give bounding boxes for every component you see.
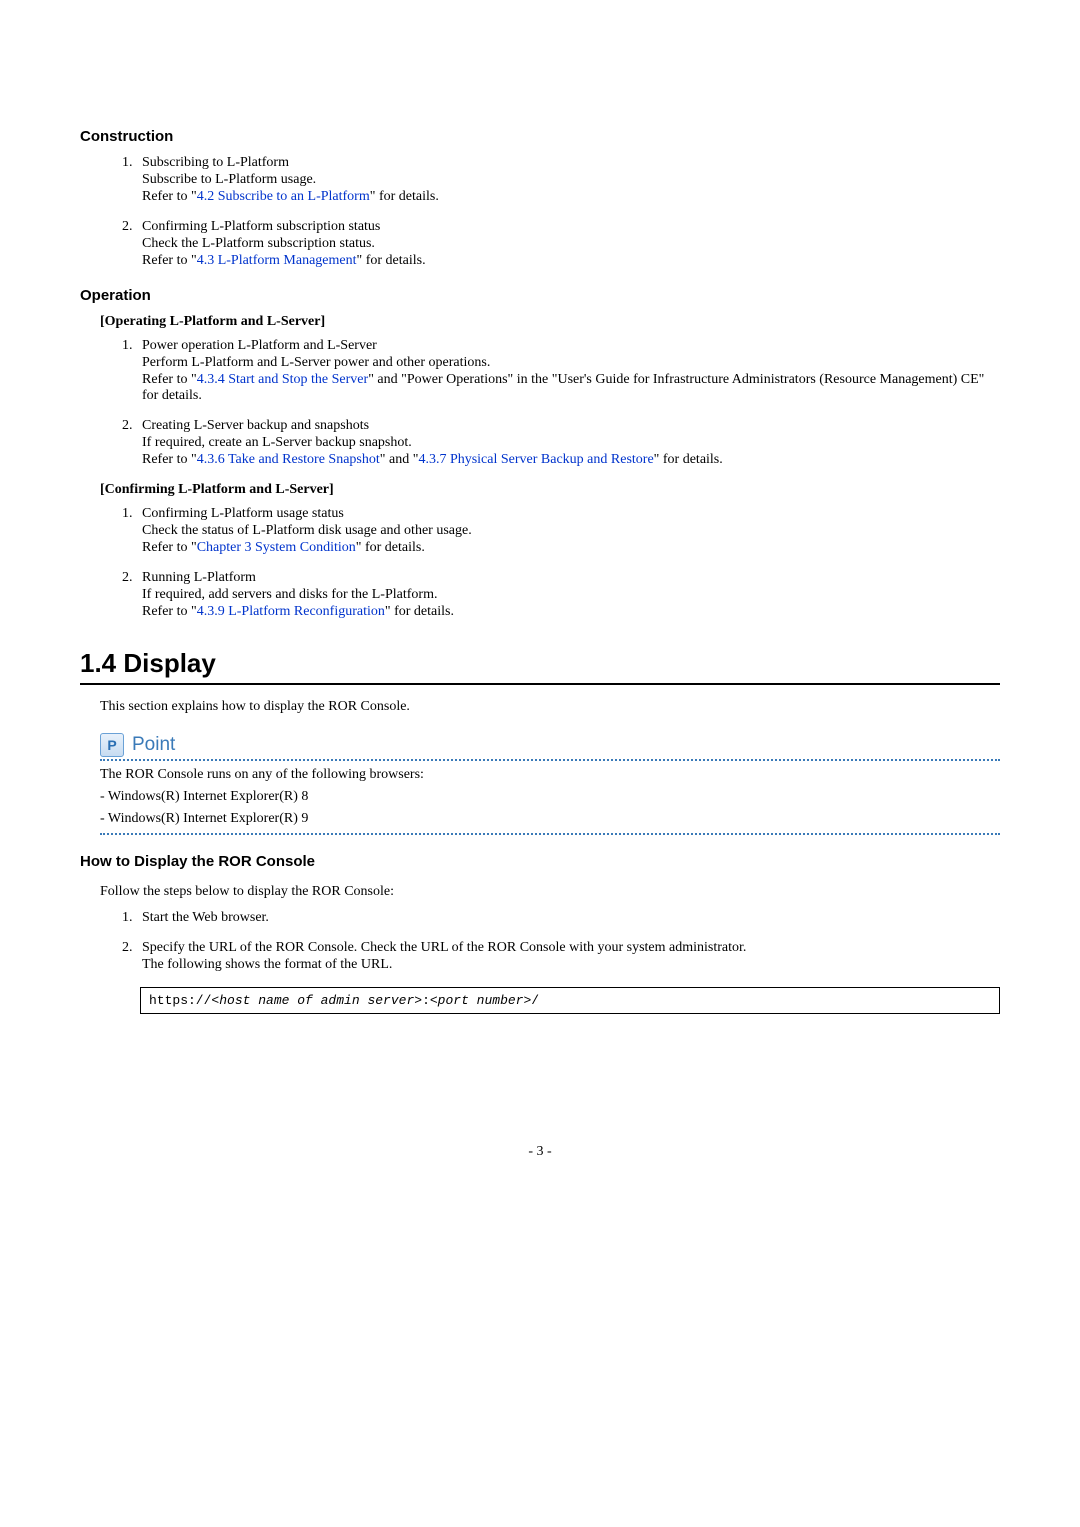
xref-link[interactable]: 4.3 L-Platform Management: [197, 253, 357, 268]
item-title: Running L-Platform: [142, 570, 1000, 586]
item-body: Perform L-Platform and L-Server power an…: [142, 355, 1000, 371]
item-refer: Refer to "4.2 Subscribe to an L-Platform…: [142, 189, 1000, 205]
item-title: Confirming L-Platform usage status: [142, 506, 1000, 522]
operating-subheading: [Operating L-Platform and L-Server]: [100, 314, 1000, 330]
code-host: host name of admin server: [219, 993, 414, 1008]
item-title: Confirming L-Platform subscription statu…: [142, 219, 1000, 235]
point-icon: P: [100, 733, 124, 757]
list-item: Start the Web browser.: [136, 910, 1000, 926]
item-body: Check the L-Platform subscription status…: [142, 236, 1000, 252]
operating-list: Power operation L-Platform and L-Server …: [118, 338, 1000, 468]
list-item: Specify the URL of the ROR Console. Chec…: [136, 940, 1000, 973]
list-item: Subscribing to L-Platform Subscribe to L…: [136, 155, 1000, 205]
item-refer: Refer to "4.3.6 Take and Restore Snapsho…: [142, 452, 1000, 468]
point-block: P Point The ROR Console runs on any of t…: [80, 733, 1000, 835]
page-number: - 3 -: [80, 1144, 1000, 1160]
confirming-list: Confirming L-Platform usage status Check…: [118, 506, 1000, 620]
refer-pre: Refer to ": [142, 452, 197, 467]
refer-pre: Refer to ": [142, 604, 197, 619]
howto-heading: How to Display the ROR Console: [80, 853, 1000, 870]
item-title: Power operation L-Platform and L-Server: [142, 338, 1000, 354]
point-label: Point: [132, 734, 175, 756]
item-body: If required, add servers and disks for t…: [142, 587, 1000, 603]
item-title: Creating L-Server backup and snapshots: [142, 418, 1000, 434]
refer-post: " for details.: [356, 540, 425, 555]
item-refer: Refer to "4.3 L-Platform Management" for…: [142, 253, 1000, 269]
xref-link[interactable]: 4.3.6 Take and Restore Snapshot: [197, 452, 380, 467]
point-header: P Point: [100, 733, 1000, 757]
section-intro: This section explains how to display the…: [100, 699, 1000, 715]
item-refer: Refer to "4.3.9 L-Platform Reconfigurati…: [142, 604, 1000, 620]
list-item: Windows(R) Internet Explorer(R) 8: [100, 789, 1000, 805]
code-prefix: https://<: [149, 993, 219, 1008]
item-title: Start the Web browser.: [142, 910, 1000, 926]
item-body: Subscribe to L-Platform usage.: [142, 172, 1000, 188]
xref-link[interactable]: 4.3.9 L-Platform Reconfiguration: [197, 604, 385, 619]
confirming-subheading: [Confirming L-Platform and L-Server]: [100, 482, 1000, 498]
dotted-divider: [100, 833, 1000, 835]
url-format-code: https://<host name of admin server>:<por…: [140, 987, 1000, 1014]
item-body: Check the status of L-Platform disk usag…: [142, 523, 1000, 539]
construction-heading: Construction: [80, 128, 1000, 145]
code-suffix: >/: [524, 993, 540, 1008]
refer-post: " for details.: [357, 253, 426, 268]
item-refer: Refer to "Chapter 3 System Condition" fo…: [142, 540, 1000, 556]
refer-pre: Refer to ": [142, 540, 197, 555]
dotted-divider: [100, 759, 1000, 761]
item-body: If required, create an L-Server backup s…: [142, 435, 1000, 451]
code-mid: >:<: [414, 993, 437, 1008]
refer-pre: Refer to ": [142, 372, 197, 387]
xref-link[interactable]: 4.3.7 Physical Server Backup and Restore: [418, 452, 653, 467]
refer-pre: Refer to ": [142, 253, 197, 268]
refer-post: " for details.: [370, 189, 439, 204]
refer-post: " for details.: [385, 604, 454, 619]
list-item: Running L-Platform If required, add serv…: [136, 570, 1000, 620]
section-title: 1.4 Display: [80, 648, 1000, 685]
howto-steps: Start the Web browser. Specify the URL o…: [118, 910, 1000, 973]
operation-heading: Operation: [80, 287, 1000, 304]
xref-link[interactable]: Chapter 3 System Condition: [197, 540, 356, 555]
construction-list: Subscribing to L-Platform Subscribe to L…: [118, 155, 1000, 269]
list-item: Windows(R) Internet Explorer(R) 9: [100, 811, 1000, 827]
refer-post: " for details.: [654, 452, 723, 467]
xref-link[interactable]: 4.2 Subscribe to an L-Platform: [197, 189, 370, 204]
list-item: Confirming L-Platform subscription statu…: [136, 219, 1000, 269]
point-text: The ROR Console runs on any of the follo…: [100, 767, 1000, 783]
code-port: port number: [438, 993, 524, 1008]
item-title: Subscribing to L-Platform: [142, 155, 1000, 171]
item-body: The following shows the format of the UR…: [142, 957, 1000, 973]
xref-link[interactable]: 4.3.4 Start and Stop the Server: [197, 372, 368, 387]
refer-pre: Refer to ": [142, 189, 197, 204]
howto-intro: Follow the steps below to display the RO…: [100, 884, 1000, 900]
list-item: Confirming L-Platform usage status Check…: [136, 506, 1000, 556]
browser-list: Windows(R) Internet Explorer(R) 8 Window…: [100, 789, 1000, 827]
item-title: Specify the URL of the ROR Console. Chec…: [142, 940, 1000, 956]
refer-mid: " and ": [380, 452, 419, 467]
list-item: Creating L-Server backup and snapshots I…: [136, 418, 1000, 468]
item-refer: Refer to "4.3.4 Start and Stop the Serve…: [142, 372, 1000, 404]
list-item: Power operation L-Platform and L-Server …: [136, 338, 1000, 404]
